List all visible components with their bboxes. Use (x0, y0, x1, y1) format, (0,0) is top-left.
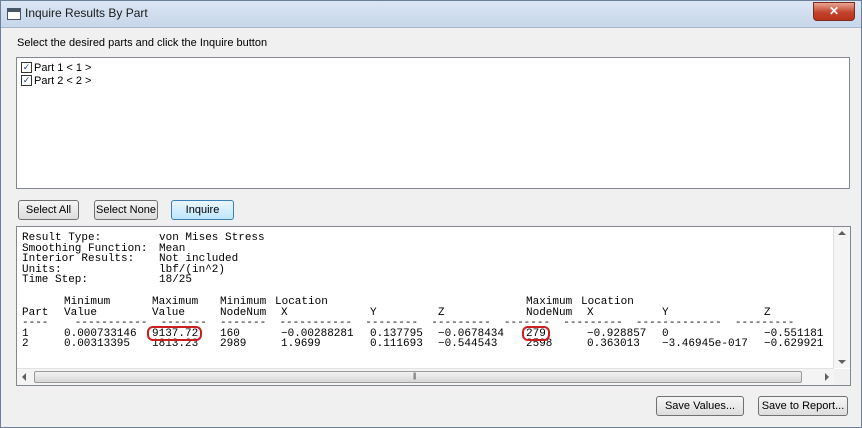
column-header: Maximum (526, 296, 573, 308)
column-header: Location (581, 296, 634, 308)
part-label: Part 2 < 2 > (34, 74, 92, 87)
min-value-2: 0.00313395 (64, 338, 131, 350)
title-bar: Inquire Results By Part ✕ (1, 1, 861, 28)
part-label: Part 1 < 1 > (34, 61, 92, 74)
column-header: Minimum (220, 296, 267, 308)
horizontal-scrollbar[interactable]: ||| (17, 368, 834, 385)
column-header: Location (275, 296, 328, 308)
part-checkbox-1[interactable]: ✓ (21, 62, 32, 73)
scroll-left-icon[interactable] (22, 373, 26, 381)
header-rule: ---- ----------- ------- ------- -------… (22, 317, 795, 329)
window-title: Inquire Results By Part (25, 6, 148, 20)
select-all-button[interactable]: Select All (18, 200, 79, 220)
save-values-button[interactable]: Save Values... (656, 396, 744, 416)
part-checkbox-2[interactable]: ✓ (21, 75, 32, 86)
summary-label: Result Type: (22, 232, 102, 244)
scroll-up-icon[interactable] (838, 231, 846, 235)
highlight-max-nodenum (522, 326, 550, 341)
highlight-max-value (147, 326, 202, 341)
max-y-2: −3.46945e-017 (662, 338, 748, 350)
parts-list[interactable]: ✓ Part 1 < 1 > ✓ Part 2 < 2 > (16, 57, 850, 189)
summary-value: Not included (159, 253, 239, 265)
results-panel[interactable]: Result Type: von Mises Stress Smoothing … (16, 226, 851, 386)
summary-value: 18/25 (159, 274, 193, 286)
min-node-2: 2989 (220, 338, 247, 350)
instruction-text: Select the desired parts and click the I… (17, 37, 268, 49)
close-button[interactable]: ✕ (813, 2, 855, 21)
scroll-right-icon[interactable] (825, 373, 829, 381)
part-item[interactable]: ✓ Part 1 < 1 > (21, 61, 91, 74)
results-text: Result Type: von Mises Stress Smoothing … (22, 230, 830, 363)
save-to-report-button[interactable]: Save to Report... (758, 396, 848, 416)
column-header: Minimum (64, 296, 111, 308)
scroll-thumb[interactable]: ||| (34, 371, 802, 383)
select-none-button[interactable]: Select None (94, 200, 158, 220)
inquire-results-dialog: Inquire Results By Part ✕ Select the des… (0, 0, 862, 428)
summary-label: Time Step: (22, 274, 89, 286)
scroll-corner (834, 369, 850, 385)
part-item[interactable]: ✓ Part 2 < 2 > (21, 74, 91, 87)
scroll-down-icon[interactable] (838, 360, 846, 364)
window-icon (7, 8, 21, 20)
max-z-2: −0.629921 (764, 338, 824, 350)
column-header: Maximum (152, 296, 199, 308)
inquire-button[interactable]: Inquire (171, 200, 234, 220)
grip-icon: ||| (413, 373, 417, 380)
vertical-scrollbar[interactable] (833, 227, 850, 368)
min-x-2: 1.9699 (281, 338, 321, 350)
min-y-2: 0.111693 (370, 338, 423, 350)
max-x-2: 0.363013 (587, 338, 640, 350)
min-z-2: −0.544543 (438, 338, 498, 350)
row-part-2: 2 (22, 338, 29, 350)
summary-label: Interior Results: (22, 253, 135, 265)
summary-value: von Mises Stress (159, 232, 265, 244)
